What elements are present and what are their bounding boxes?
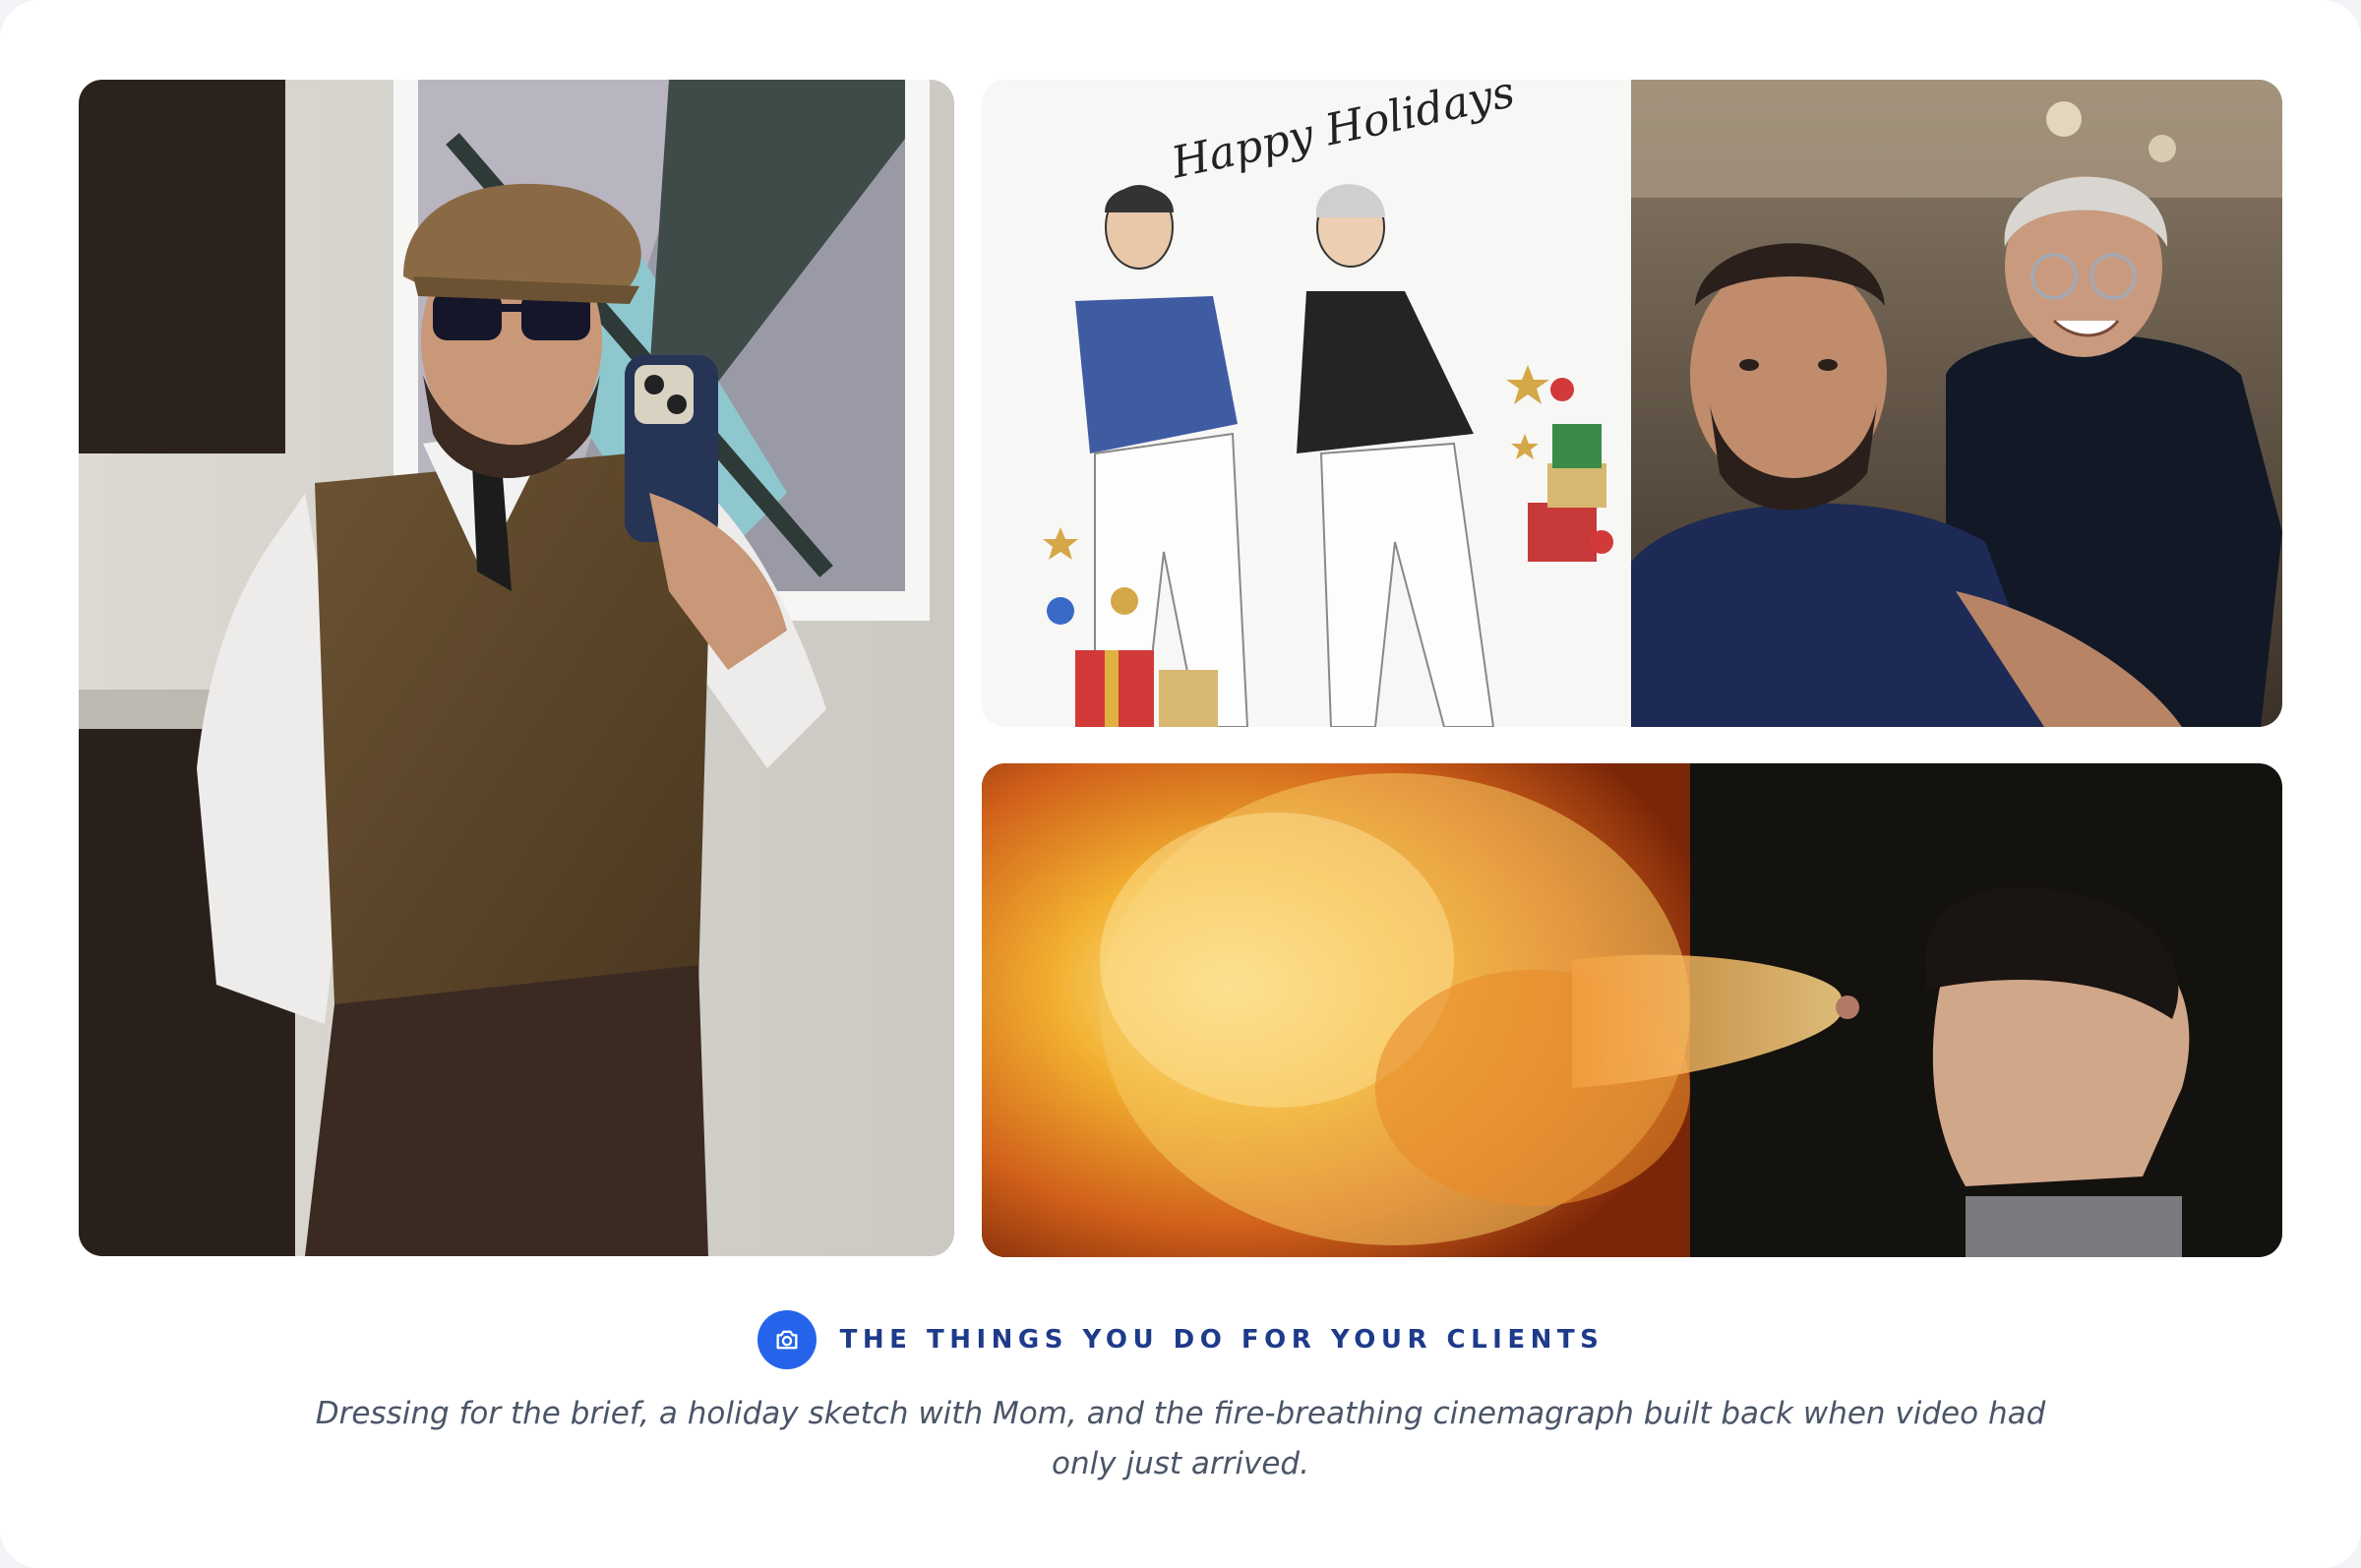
sketch-image: Happy Holidays [982, 80, 1631, 727]
caption-heading: THE THINGS YOU DO FOR YOUR CLIENTS [839, 1325, 1604, 1355]
gallery-card: Happy Holidays THE THINGS YOU DO FOR YOU… [0, 0, 2361, 1568]
photo-selfie-with-mom[interactable] [1631, 80, 2282, 727]
selfie-image [79, 80, 954, 1256]
caption-description: Dressing for the brief, a holiday sketch… [315, 1396, 2046, 1481]
mom-selfie-image [1631, 80, 2282, 727]
photo-holiday-sketch[interactable]: Happy Holidays [982, 80, 1631, 727]
camera-icon [757, 1310, 817, 1369]
photo-fire-breathing[interactable] [982, 763, 2282, 1257]
photo-mirror-selfie[interactable] [79, 80, 954, 1256]
fire-image [982, 763, 2282, 1257]
caption-heading-row: THE THINGS YOU DO FOR YOUR CLIENTS [0, 1310, 2361, 1369]
